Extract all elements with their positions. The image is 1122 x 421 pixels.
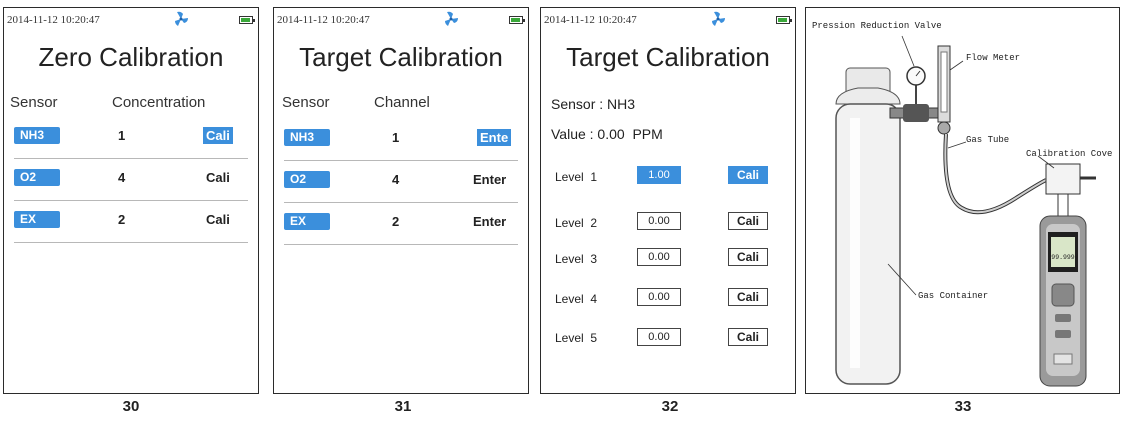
- page-title: Zero Calibration: [38, 42, 224, 72]
- channel-value: 4: [392, 172, 400, 187]
- channel-value: 2: [392, 214, 400, 229]
- setup-illustration: 99.999 Pression Reduction Valve Flow Met…: [812, 21, 1112, 387]
- sensor-line: Sensor : NH3: [551, 96, 636, 112]
- datetime: 2014-11-12 10:20:47: [544, 14, 637, 26]
- target-calibration-screen: 2014-11-12 10:20:47 Target Calibration S…: [273, 7, 529, 394]
- target-calibration-levels-screen: 2014-11-12 10:20:47 Target Calibration S…: [540, 7, 796, 394]
- datetime: 2014-11-12 10:20:47: [277, 14, 370, 26]
- status-bar: 2014-11-12 10:20:47: [541, 8, 795, 30]
- gas-tube: [943, 133, 1047, 215]
- value-line: Value : 0.00 PPM: [551, 126, 663, 142]
- datetime: 2014-11-12 10:20:47: [7, 14, 100, 26]
- battery-icon: [776, 16, 792, 24]
- figure-number: 33: [954, 398, 972, 415]
- level-label: Level 5: [555, 331, 598, 345]
- battery-icon: [509, 16, 525, 24]
- level-value-input[interactable]: 0.00: [637, 212, 681, 230]
- sensor-badge: EX: [284, 213, 330, 230]
- enter-button[interactable]: Enter: [473, 214, 506, 229]
- sensor-row[interactable]: NH3 1 Cali: [14, 118, 248, 159]
- battery-icon: [239, 16, 255, 24]
- flow-meter-label: Flow Meter: [966, 53, 1020, 63]
- level-value-input[interactable]: 0.00: [637, 328, 681, 346]
- level-label: Level 3: [555, 252, 598, 266]
- page-title: Target Calibration: [566, 42, 770, 72]
- status-bar: 2014-11-12 10:20:47: [274, 8, 528, 30]
- channel-value: 1: [392, 130, 400, 145]
- sensor-badge: O2: [284, 171, 330, 188]
- cali-button[interactable]: Cali: [203, 127, 233, 144]
- level-label: Level 4: [555, 292, 598, 306]
- gas-tube-label: Gas Tube: [966, 135, 1009, 145]
- calibration-cover: [1045, 163, 1096, 218]
- sensor-row[interactable]: O2 4 Cali: [14, 160, 248, 201]
- fan-icon: [712, 11, 725, 26]
- enter-button[interactable]: Ente: [477, 129, 512, 146]
- cali-button[interactable]: Cali: [206, 212, 230, 227]
- gas-detector-device: 99.999: [1039, 215, 1087, 387]
- zero-calibration-screen: 2014-11-12 10:20:47 Zero Calibration Sen…: [3, 7, 259, 394]
- figure-number: 32: [661, 398, 679, 415]
- cali-button[interactable]: Cali: [728, 248, 768, 266]
- concentration-value: 1: [118, 128, 126, 143]
- sensor-badge: NH3: [14, 127, 60, 144]
- gas-container-label: Gas Container: [918, 291, 988, 301]
- enter-button[interactable]: Enter: [473, 172, 506, 187]
- calibration-setup-diagram: 99.999 Pression Reduction Valve Flow Met…: [805, 7, 1120, 394]
- status-bar: 2014-11-12 10:20:47: [4, 8, 258, 30]
- cali-button[interactable]: Cali: [206, 170, 230, 185]
- sensor-badge: NH3: [284, 129, 330, 146]
- device-reading: 99.999: [1051, 254, 1075, 261]
- concentration-header: Concentration: [112, 94, 206, 111]
- figure-number: 31: [394, 398, 412, 415]
- calibration-cover-label: Calibration Cove: [1026, 149, 1112, 159]
- page-title: Target Calibration: [299, 42, 503, 72]
- cali-button[interactable]: Cali: [728, 328, 768, 346]
- cali-button[interactable]: Cali: [728, 288, 768, 306]
- level-value-input[interactable]: 0.00: [637, 288, 681, 306]
- level-value-input[interactable]: 0.00: [637, 248, 681, 266]
- level-label: Level 2: [555, 216, 598, 230]
- sensor-row[interactable]: O2 4 Enter: [284, 162, 518, 203]
- fan-icon: [445, 11, 458, 26]
- valve-label: Pression Reduction Valve: [812, 21, 942, 31]
- sensor-badge: EX: [14, 211, 60, 228]
- sensor-row[interactable]: NH3 1 Ente: [284, 120, 518, 161]
- figure-number: 30: [122, 398, 140, 415]
- level-label: Level 1: [555, 170, 598, 184]
- channel-header: Channel: [374, 94, 430, 111]
- concentration-value: 2: [118, 212, 126, 227]
- sensor-row[interactable]: EX 2 Enter: [284, 204, 518, 245]
- sensor-badge: O2: [14, 169, 60, 186]
- flow-meter-body: [937, 45, 951, 135]
- sensor-header: Sensor: [282, 94, 330, 111]
- fan-icon: [175, 11, 188, 26]
- sensor-row[interactable]: EX 2 Cali: [14, 202, 248, 243]
- sensor-header: Sensor: [10, 94, 58, 111]
- concentration-value: 4: [118, 170, 126, 185]
- level-value-input[interactable]: 1.00: [637, 166, 681, 184]
- cali-button[interactable]: Cali: [728, 212, 768, 230]
- cali-button[interactable]: Cali: [728, 166, 768, 184]
